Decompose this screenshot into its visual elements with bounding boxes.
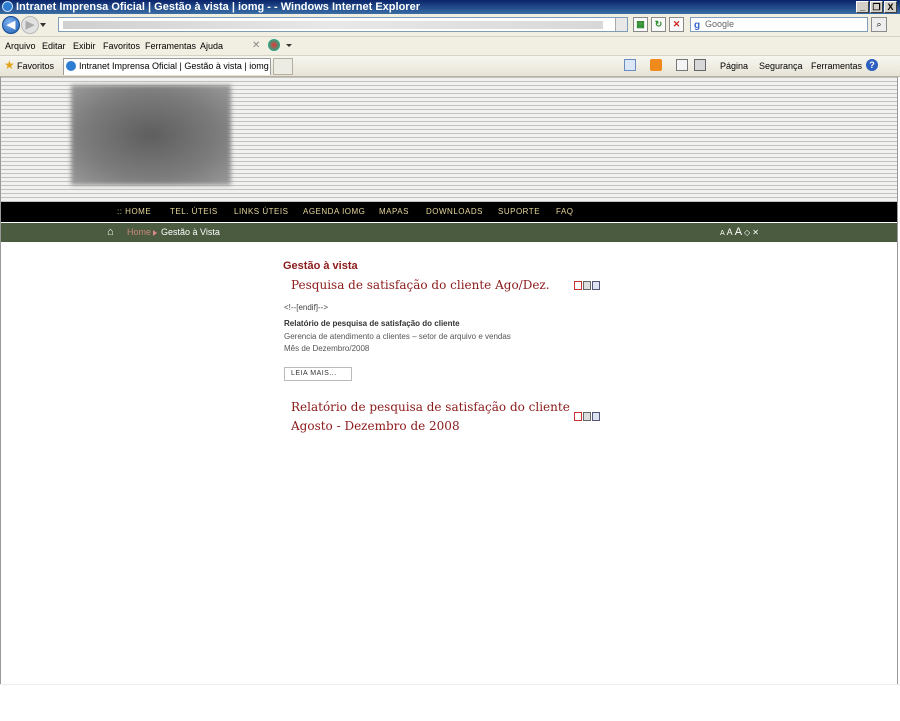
read-more-button[interactable]: LEIA MAIS... [284,367,352,381]
blurred-logo [71,85,231,185]
close-toolbar-icon[interactable]: ✕ [252,40,260,51]
menu-ferramentas[interactable]: Ferramentas [145,41,196,51]
site-navigation: :: HOME TEL. ÚTEIS LINKS ÚTEIS AGENDA IO… [1,202,897,222]
page-viewport: :: HOME TEL. ÚTEIS LINKS ÚTEIS AGENDA IO… [0,77,898,720]
help-icon[interactable]: ? [866,59,878,71]
menu-arquivo[interactable]: Arquivo [5,41,36,51]
nav-agenda-iomg[interactable]: AGENDA IOMG [303,202,365,222]
breadcrumb-home-link[interactable]: Home [127,223,151,242]
tools-menu[interactable]: Ferramentas [811,61,862,71]
menu-exibir[interactable]: Exibir [73,41,96,51]
menu-favoritos[interactable]: Favoritos [103,41,140,51]
read-mail-icon[interactable] [676,59,688,71]
ie-logo-icon [2,1,13,12]
print-icon[interactable] [694,59,706,71]
address-dropdown-button[interactable] [615,18,627,31]
google-icon: g [694,20,701,31]
maximize-button[interactable]: ❐ [870,1,883,13]
close-button[interactable]: X [884,1,897,13]
endif-comment-text: <!--[endif]--> [284,303,329,312]
article1-subtitle: Relatório de pesquisa de satisfação do c… [284,319,460,328]
article1-line1: Gerencia de atendimento a clientes – set… [284,332,511,341]
blurred-url [63,21,603,29]
article2-title-line2[interactable]: Agosto - Dezembro de 2008 [291,417,460,436]
nav-tel-uteis[interactable]: TEL. ÚTEIS [170,202,218,222]
pdf-icon[interactable] [574,281,582,290]
menu-ajuda[interactable]: Ajuda [200,41,223,51]
email-icon[interactable] [592,412,600,421]
search-input[interactable]: g Google [690,17,868,32]
article1-line2: Mês de Dezembro/2008 [284,344,370,353]
reset-font-icon[interactable]: ✕ [752,228,759,237]
address-bar[interactable] [58,17,628,32]
history-dropdown-icon[interactable] [40,23,46,27]
refresh-icon[interactable]: ↻ [651,17,666,32]
email-icon[interactable] [592,281,600,290]
nav-suporte[interactable]: SUPORTE [498,202,540,222]
window-title: Intranet Imprensa Oficial | Gestão à vis… [16,1,420,13]
rss-feed-icon[interactable] [650,59,662,71]
minimize-button[interactable]: _ [856,1,869,13]
section-title: Gestão à vista [283,260,358,272]
security-menu[interactable]: Segurança [759,61,803,71]
print-icon[interactable] [583,412,591,421]
status-bar [0,684,900,721]
font-large-button[interactable]: A [735,226,742,238]
article2-actions [574,412,602,421]
newspaper-header-banner [1,77,897,202]
article1-title[interactable]: Pesquisa de satisfação do cliente Ago/De… [291,276,550,295]
nav-downloads[interactable]: DOWNLOADS [426,202,483,222]
addon-icon[interactable] [268,39,280,51]
back-button[interactable]: ◀ [2,16,20,34]
print-icon[interactable] [583,281,591,290]
forward-button[interactable]: ▶ [21,16,39,34]
tab-ie-icon [66,61,76,71]
favorites-bar: ★ Favoritos Intranet Imprensa Oficial | … [0,56,900,77]
nav-mapas[interactable]: MAPAS [379,202,409,222]
nav-links-uteis[interactable]: LINKS ÚTEIS [234,202,288,222]
article2-title-line1[interactable]: Relatório de pesquisa de satisfação do c… [291,398,570,417]
nav-home[interactable]: :: HOME [117,202,151,222]
pdf-icon[interactable] [574,412,582,421]
addon-dropdown-icon[interactable] [286,44,292,47]
menu-editar[interactable]: Editar [42,41,66,51]
favorites-button[interactable]: Favoritos [17,61,54,71]
article1-actions [574,281,602,290]
nav-faq[interactable]: FAQ [556,202,574,222]
home-page-icon[interactable] [624,59,636,71]
tab-title: Intranet Imprensa Oficial | Gestão à vis… [79,61,271,71]
contrast-icon[interactable]: ◇ [744,228,750,237]
breadcrumb-arrow-icon [153,230,157,236]
font-size-controls: A A A ◇ ✕ [720,223,761,243]
page-menu[interactable]: Página [720,61,748,71]
home-icon[interactable]: ⌂ [107,227,114,238]
font-medium-button[interactable]: A [727,227,733,237]
browser-tab[interactable]: Intranet Imprensa Oficial | Gestão à vis… [63,58,271,75]
search-button[interactable]: ⌕ [871,17,887,32]
search-placeholder: Google [705,19,735,29]
breadcrumb: ⌂ Home Gestão à Vista A A A ◇ ✕ [1,223,897,243]
new-tab-button[interactable] [273,58,293,75]
favorites-star-icon[interactable]: ★ [4,59,15,71]
stop-icon[interactable]: ✕ [669,17,684,32]
font-small-button[interactable]: A [720,230,725,237]
menu-bar: Arquivo Editar Exibir Favoritos Ferramen… [0,37,900,56]
breadcrumb-current: Gestão à Vista [161,227,220,237]
address-toolbar: ◀ ▶ ▦ ↻ ✕ g Google ⌕ [0,14,900,37]
compatibility-view-icon[interactable]: ▦ [633,17,648,32]
window-titlebar: Intranet Imprensa Oficial | Gestão à vis… [0,0,900,14]
